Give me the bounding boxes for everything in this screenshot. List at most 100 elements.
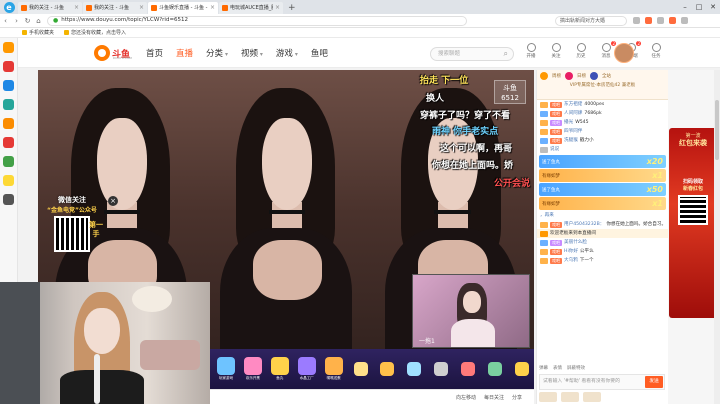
app-icon[interactable] — [3, 80, 14, 91]
close-window-button[interactable]: ✕ — [706, 0, 720, 14]
rank-tab[interactable]: 全站 — [602, 73, 611, 79]
home-icon[interactable]: ⌂ — [33, 17, 44, 25]
maximize-button[interactable]: □ — [692, 0, 706, 14]
fan-avatar[interactable] — [540, 72, 548, 80]
message-button[interactable]: 2 消息 — [599, 41, 616, 59]
close-tab-icon[interactable]: × — [275, 2, 280, 14]
chat-input[interactable]: 试看输入 '#帮助' 看看有没有你要的 发送 — [539, 374, 665, 390]
emoji-button[interactable]: 表情 — [553, 365, 562, 371]
gift-item[interactable] — [483, 361, 507, 377]
rank-tab[interactable]: 周榜 — [552, 73, 561, 79]
app-icon[interactable] — [3, 118, 14, 129]
app-icon[interactable] — [3, 99, 14, 110]
task-button[interactable]: 任务 — [649, 43, 663, 59]
gift-item[interactable] — [402, 361, 426, 377]
username[interactable]: 美丽什么脸 — [564, 239, 587, 246]
tab-3-active[interactable]: 斗鱼娱乐直播 - 斗鱼 - 每个人的直播平台× — [148, 2, 218, 14]
search-icon[interactable]: ⌕ — [504, 49, 508, 59]
app-icon[interactable] — [3, 61, 14, 72]
star-icon[interactable] — [3, 42, 14, 53]
start-live-button[interactable]: 开播 — [524, 43, 538, 59]
username[interactable]: 四爷同伴 — [564, 128, 582, 135]
username[interactable]: 大乌鸦 — [564, 257, 578, 264]
extension-icon[interactable] — [633, 17, 640, 24]
nav-video[interactable]: 视频 — [241, 47, 263, 59]
bookmark-import-hint[interactable]: 您还没有收藏，点击导入 — [64, 29, 126, 36]
minimize-button[interactable]: – — [678, 0, 692, 14]
fan-avatar[interactable] — [590, 72, 598, 80]
close-tab-icon[interactable]: × — [210, 2, 215, 14]
nav-fishbar[interactable]: 鱼吧 — [311, 47, 328, 59]
gift-item[interactable] — [376, 361, 400, 377]
gift-item[interactable] — [349, 361, 373, 377]
username[interactable]: 播光 — [564, 119, 573, 126]
username[interactable]: ，再来 — [540, 212, 554, 219]
rank-tab[interactable]: 日榜 — [577, 73, 586, 79]
nav-game[interactable]: 游戏 — [276, 47, 298, 59]
follow-button[interactable]: 关注 — [549, 43, 563, 59]
browser-search-input[interactable]: 搞出轨新闻对方大婚 — [555, 15, 627, 26]
gift-banner: 有缘如梦 x1 — [539, 197, 666, 210]
send-button[interactable]: 发送 — [645, 376, 663, 388]
username[interactable]: 用户45043232B： — [564, 221, 604, 228]
history-button[interactable]: 历史 — [574, 43, 588, 59]
gift-item[interactable]: 鱼丸 — [268, 357, 292, 381]
username[interactable]: 洗腿猴 — [564, 137, 578, 144]
level-badge-icon — [540, 230, 548, 237]
gift-item[interactable]: 玩家游戏 — [214, 357, 238, 381]
app-icon[interactable] — [3, 194, 14, 205]
username[interactable]: 说说 — [550, 146, 559, 153]
gift-item[interactable] — [456, 361, 480, 377]
menu-icon[interactable] — [681, 17, 688, 24]
chat-message: 戏吧 东方祖佬 4000pes — [537, 100, 668, 109]
back-arrow-icon[interactable]: ‹ — [0, 17, 11, 25]
action-icon[interactable] — [539, 392, 557, 402]
share-link[interactable]: 分享 — [512, 394, 522, 401]
gift-item[interactable]: 欢乐开黑 — [241, 357, 265, 381]
nav-home[interactable]: 首页 — [146, 47, 163, 59]
gift-item[interactable] — [510, 361, 534, 377]
bookmark-mobile-favorites[interactable]: 手机收藏夹 — [22, 29, 54, 36]
app-icon[interactable] — [3, 175, 14, 186]
app-icon[interactable] — [3, 156, 14, 167]
scrollbar-thumb[interactable] — [715, 100, 719, 160]
close-tab-icon[interactable]: × — [139, 2, 144, 14]
picture-in-picture-video[interactable]: 一拖1 — [412, 274, 530, 348]
username[interactable]: 东方祖佬 — [564, 101, 582, 108]
forward-arrow-icon[interactable]: › — [11, 17, 22, 25]
app-icon[interactable] — [3, 137, 14, 148]
nav-category[interactable]: 分类 — [206, 47, 228, 59]
gift-bar: 玩家游戏 欢乐开黑 鱼丸 水晶工厂 嘴嘴送蛋 — [210, 349, 534, 389]
notification-icon[interactable] — [669, 17, 676, 24]
user-icon[interactable] — [657, 17, 664, 24]
nav-live[interactable]: 直播 — [176, 47, 193, 59]
refresh-icon[interactable]: ↻ — [22, 17, 33, 25]
gift-item[interactable]: 嘴嘴送蛋 — [322, 357, 346, 381]
daily-follow-link[interactable]: 每日关注 — [484, 394, 504, 401]
gift-item[interactable] — [429, 361, 453, 377]
close-tab-icon[interactable]: × — [74, 2, 79, 14]
new-tab-button[interactable]: + — [284, 2, 300, 14]
tab-1[interactable]: 我的关注 - 斗鱼 × — [18, 2, 82, 14]
fan-avatar[interactable] — [565, 72, 573, 80]
tab-4[interactable]: 电玩城AUCE直播_腾讯直播 - 斗鱼× — [219, 2, 283, 14]
user-avatar[interactable] — [614, 43, 634, 63]
close-overlay-button[interactable]: × — [108, 196, 118, 206]
move-left-link[interactable]: 向左移动 — [456, 394, 476, 401]
browser-logo-icon[interactable]: e — [0, 0, 18, 14]
block-effects-toggle[interactable]: 屏蔽特效 — [567, 365, 585, 371]
username[interactable]: Hi你好 — [564, 248, 578, 255]
game-icon[interactable] — [645, 17, 652, 24]
douyu-logo[interactable]: 斗鱼 DOUYU.COM — [94, 44, 138, 62]
action-icon[interactable] — [561, 392, 579, 402]
url-field[interactable]: ● https://www.douyu.com/topic/YLCW?rid=65… — [47, 15, 467, 26]
tab-2[interactable]: 我的关注 - 斗鱼 × — [83, 2, 147, 14]
username[interactable]: 人间阿肆 — [564, 110, 582, 117]
action-icon[interactable] — [583, 392, 601, 402]
red-envelope-ad[interactable]: 第一波 红包来袭 扫码领取 新春红包 — [669, 128, 717, 318]
gift-item[interactable]: 水晶工厂 — [295, 357, 319, 381]
page-scrollbar[interactable] — [714, 70, 720, 404]
site-search-input[interactable]: 搜索聊题 ⌕ — [430, 47, 514, 61]
danmu-toggle[interactable]: 弹幕 — [539, 365, 548, 371]
face — [262, 118, 312, 210]
